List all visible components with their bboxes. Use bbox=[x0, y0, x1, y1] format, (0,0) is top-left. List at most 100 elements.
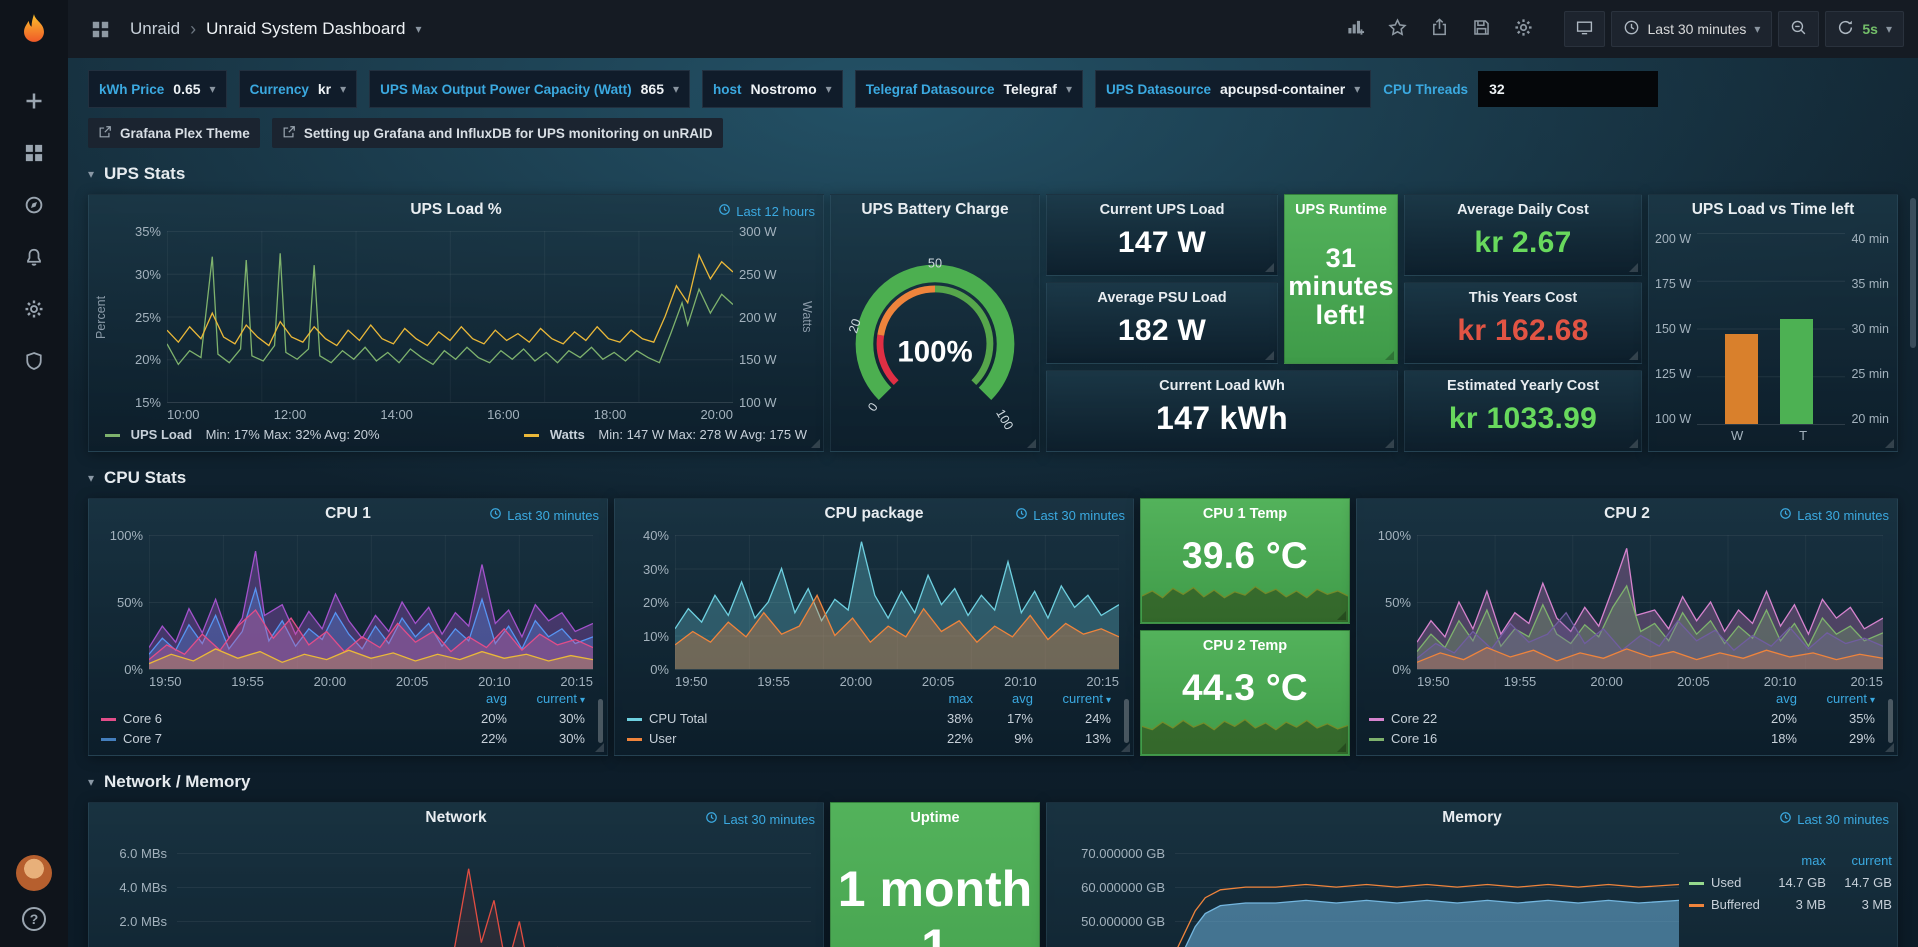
legend-column-header[interactable]: current▾ bbox=[1797, 691, 1875, 706]
add-panel-button[interactable] bbox=[1338, 11, 1374, 47]
sidebar-item-alerting[interactable] bbox=[0, 232, 68, 284]
legend-scrollbar[interactable] bbox=[1124, 699, 1129, 743]
legend-column-header[interactable]: avg bbox=[973, 691, 1033, 706]
panel-title[interactable]: Average Daily Cost bbox=[1405, 195, 1641, 218]
caret-down-icon: ▾ bbox=[826, 82, 832, 96]
dashboard-settings-button[interactable] bbox=[1506, 11, 1542, 47]
bar-ups-load-watts[interactable] bbox=[1725, 334, 1758, 424]
panel-title[interactable]: Estimated Yearly Cost bbox=[1405, 371, 1641, 394]
var-telegraf-datasource[interactable]: Telegraf Datasource Telegraf ▾ bbox=[855, 70, 1083, 108]
refresh-interval-label: 5s bbox=[1862, 21, 1878, 37]
save-dashboard-button[interactable] bbox=[1464, 11, 1500, 47]
panel-title[interactable]: CPU 1 Temp bbox=[1141, 499, 1349, 522]
panel-title[interactable]: Uptime bbox=[831, 803, 1039, 826]
legend-item[interactable]: Buffered bbox=[1689, 897, 1760, 912]
plot-area[interactable] bbox=[675, 535, 1119, 670]
legend-column-header[interactable]: avg bbox=[1731, 691, 1797, 706]
var-currency[interactable]: Currency kr ▾ bbox=[239, 70, 358, 108]
breadcrumb-dashboard-title[interactable]: Unraid System Dashboard bbox=[206, 19, 405, 39]
cpu-threads-input[interactable] bbox=[1478, 71, 1658, 107]
chevron-right-icon: › bbox=[190, 19, 196, 40]
panel-header[interactable]: UPS Load vs Time left bbox=[1649, 195, 1897, 225]
grafana-logo[interactable] bbox=[13, 12, 55, 54]
legend-column-header[interactable]: max bbox=[1760, 853, 1826, 868]
dashboard-content: kWh Price 0.65 ▾ Currency kr ▾ UPS Max O… bbox=[68, 58, 1918, 947]
star-dashboard-button[interactable] bbox=[1380, 11, 1416, 47]
panel-title[interactable]: CPU 2 Temp bbox=[1141, 631, 1349, 654]
cpu-temp-column: CPU 1 Temp 39.6 °C CPU 2 Temp 44.3 °C bbox=[1140, 498, 1350, 756]
var-ups-datasource[interactable]: UPS Datasource apcupsd-container ▾ bbox=[1095, 70, 1371, 108]
legend-item[interactable]: Core 7 bbox=[101, 731, 441, 746]
panel-header[interactable]: UPS Battery Charge bbox=[831, 195, 1039, 225]
bar-time-left[interactable] bbox=[1780, 319, 1813, 424]
help-button[interactable]: ? bbox=[22, 907, 46, 931]
refresh-picker[interactable]: 5s ▾ bbox=[1825, 11, 1904, 47]
legend-column-header[interactable]: max bbox=[907, 691, 973, 706]
panel-header[interactable]: CPU package Last 30 minutes bbox=[615, 499, 1133, 529]
legend-item[interactable]: Core 6 bbox=[101, 711, 441, 726]
legend-scrollbar[interactable] bbox=[1888, 699, 1893, 743]
legend-column-header[interactable]: avg bbox=[441, 691, 507, 706]
legend-item[interactable]: User bbox=[627, 731, 907, 746]
plot-area[interactable] bbox=[1697, 233, 1845, 425]
page-scrollbar[interactable] bbox=[1910, 198, 1916, 348]
stat-value: kr 162.68 bbox=[1405, 306, 1641, 363]
panel-header[interactable]: Network Last 30 minutes bbox=[89, 803, 823, 833]
panel-header[interactable]: CPU 1 Last 30 minutes bbox=[89, 499, 607, 529]
legend-scrollbar[interactable] bbox=[598, 699, 603, 743]
legend-column-header[interactable]: current bbox=[1826, 853, 1892, 868]
user-avatar[interactable] bbox=[16, 855, 52, 891]
section-header-network-memory[interactable]: ▾ Network / Memory bbox=[88, 772, 1898, 792]
plot-area[interactable] bbox=[167, 231, 733, 403]
zoom-out-button[interactable] bbox=[1778, 11, 1819, 47]
legend-item[interactable]: Core 22 bbox=[1369, 711, 1731, 726]
time-override-badge: Last 12 hours bbox=[718, 203, 815, 219]
top-navbar: Unraid › Unraid System Dashboard ▾ Last … bbox=[68, 0, 1918, 58]
apps-grid-icon[interactable] bbox=[82, 11, 118, 47]
var-host[interactable]: host Nostromo ▾ bbox=[702, 70, 843, 108]
legend-column-header[interactable]: current▾ bbox=[507, 691, 585, 706]
axis-tick: T bbox=[1799, 428, 1807, 443]
axis-tick: 100 W bbox=[739, 396, 777, 409]
clock-icon bbox=[705, 811, 718, 827]
plot-area[interactable] bbox=[177, 837, 811, 947]
legend-item[interactable]: UPS Load Min: 17% Max: 32% Avg: 20% bbox=[105, 427, 380, 442]
link-ups-monitoring-guide[interactable]: Setting up Grafana and InfluxDB for UPS … bbox=[272, 118, 723, 148]
legend-column-header[interactable]: current▾ bbox=[1033, 691, 1111, 706]
panel-header[interactable]: Memory Last 30 minutes bbox=[1047, 803, 1897, 833]
tv-mode-button[interactable] bbox=[1564, 11, 1605, 47]
legend-item[interactable]: CPU Total bbox=[627, 711, 907, 726]
sidebar-item-configuration[interactable] bbox=[0, 284, 68, 336]
sidebar-item-explore[interactable] bbox=[0, 180, 68, 232]
legend-item[interactable]: Core 16 bbox=[1369, 731, 1731, 746]
plot-area[interactable] bbox=[1417, 535, 1883, 670]
panel-title[interactable]: Current Load kWh bbox=[1047, 371, 1397, 394]
dashboard-links: Grafana Plex Theme Setting up Grafana an… bbox=[88, 118, 1898, 148]
section-header-ups-stats[interactable]: ▾ UPS Stats bbox=[88, 164, 1898, 184]
breadcrumb: Unraid › Unraid System Dashboard ▾ bbox=[130, 19, 422, 40]
legend-item[interactable]: Used bbox=[1689, 875, 1760, 890]
panel-title[interactable]: Current UPS Load bbox=[1047, 195, 1277, 218]
var-kwh-price[interactable]: kWh Price 0.65 ▾ bbox=[88, 70, 227, 108]
panel-title[interactable]: Average PSU Load bbox=[1047, 283, 1277, 306]
panel-title[interactable]: This Years Cost bbox=[1405, 283, 1641, 306]
plot-area[interactable] bbox=[149, 535, 593, 670]
section-header-cpu-stats[interactable]: ▾ CPU Stats bbox=[88, 468, 1898, 488]
share-dashboard-button[interactable] bbox=[1422, 11, 1458, 47]
panel-header[interactable]: UPS Load % Last 12 hours bbox=[89, 195, 823, 225]
plot-area[interactable] bbox=[1175, 837, 1679, 947]
sidebar-item-server-admin[interactable] bbox=[0, 336, 68, 388]
panel-title[interactable]: UPS Runtime bbox=[1285, 195, 1397, 218]
var-label: UPS Datasource bbox=[1106, 82, 1211, 97]
sidebar-item-create[interactable] bbox=[0, 76, 68, 128]
breadcrumb-folder[interactable]: Unraid bbox=[130, 19, 180, 39]
time-range-picker[interactable]: Last 30 minutes ▾ bbox=[1611, 11, 1773, 47]
caret-down-icon[interactable]: ▾ bbox=[415, 22, 421, 36]
sidebar-item-dashboards[interactable] bbox=[0, 128, 68, 180]
var-ups-max-output[interactable]: UPS Max Output Power Capacity (Watt) 865… bbox=[369, 70, 690, 108]
axis-tick: 10:00 bbox=[167, 407, 200, 422]
panel-header[interactable]: CPU 2 Last 30 minutes bbox=[1357, 499, 1897, 529]
var-value: 865 bbox=[641, 81, 664, 97]
legend-item[interactable]: Watts Min: 147 W Max: 278 W Avg: 175 W bbox=[524, 427, 807, 442]
link-grafana-plex-theme[interactable]: Grafana Plex Theme bbox=[88, 118, 260, 148]
